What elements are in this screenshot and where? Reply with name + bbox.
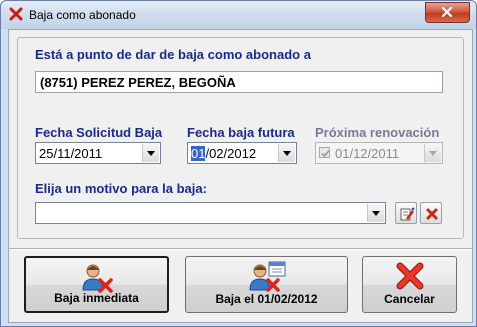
divider — [9, 248, 472, 250]
proxima-renovacion-select: 01/12/2011 — [315, 142, 443, 164]
red-x-icon — [9, 7, 23, 21]
intro-label: Está a punto de dar de baja como abonado… — [35, 47, 311, 62]
dialog-body: Está a punto de dar de baja como abonado… — [8, 29, 473, 323]
fecha-solicitud-select[interactable]: 25/11/2011 — [35, 142, 161, 164]
chevron-down-icon — [424, 144, 441, 162]
baja-fecha-button[interactable]: Baja el 01/02/2012 — [185, 256, 348, 313]
fecha-solicitud-label: Fecha Solicitud Baja — [35, 125, 163, 140]
chevron-down-icon[interactable] — [367, 204, 384, 222]
check-icon — [321, 149, 330, 158]
close-icon — [441, 7, 453, 17]
edit-list-icon — [400, 207, 415, 221]
fecha-baja-futura-label: Fecha baja futura — [187, 125, 295, 140]
chevron-down-icon[interactable] — [142, 144, 159, 162]
fecha-solicitud-value: 25/11/2011 — [39, 146, 103, 161]
baja-fecha-label: Baja el 01/02/2012 — [215, 292, 318, 306]
dialog-window: Baja como abonado Está a punto de dar de… — [0, 0, 477, 327]
date-rest: /02/2012 — [205, 146, 257, 161]
motivo-select[interactable] — [35, 202, 386, 224]
motivo-label: Elija un motivo para la baja: — [35, 181, 207, 196]
cancel-x-icon — [395, 261, 425, 294]
user-calendar-remove-icon — [247, 261, 287, 296]
chevron-down-icon[interactable] — [278, 144, 295, 162]
cancelar-label: Cancelar — [384, 292, 435, 306]
selected-day: 01 — [191, 146, 206, 161]
member-name-field[interactable]: (8751) PEREZ PEREZ, BEGOÑA — [35, 71, 443, 93]
clear-reason-button[interactable] — [420, 202, 442, 224]
fecha-baja-futura-select[interactable]: 01/02/2012 — [187, 142, 297, 164]
fecha-baja-futura-value: 01/02/2012 — [191, 146, 256, 161]
form-panel: Está a punto de dar de baja como abonado… — [17, 37, 464, 239]
proxima-renovacion-value: 01/12/2011 — [335, 146, 400, 161]
close-button[interactable] — [425, 2, 470, 23]
baja-inmediata-label: Baja inmediata — [54, 291, 139, 305]
delete-x-icon — [426, 208, 438, 220]
baja-inmediata-button[interactable]: Baja inmediata — [24, 256, 169, 313]
proxima-renovacion-label: Próxima renovación — [315, 125, 440, 140]
window-title: Baja como abonado — [29, 8, 136, 22]
renovacion-checkbox — [319, 147, 330, 158]
title-bar[interactable]: Baja como abonado — [1, 1, 476, 29]
edit-reasons-button[interactable] — [395, 202, 417, 224]
cancelar-button[interactable]: Cancelar — [362, 256, 457, 313]
